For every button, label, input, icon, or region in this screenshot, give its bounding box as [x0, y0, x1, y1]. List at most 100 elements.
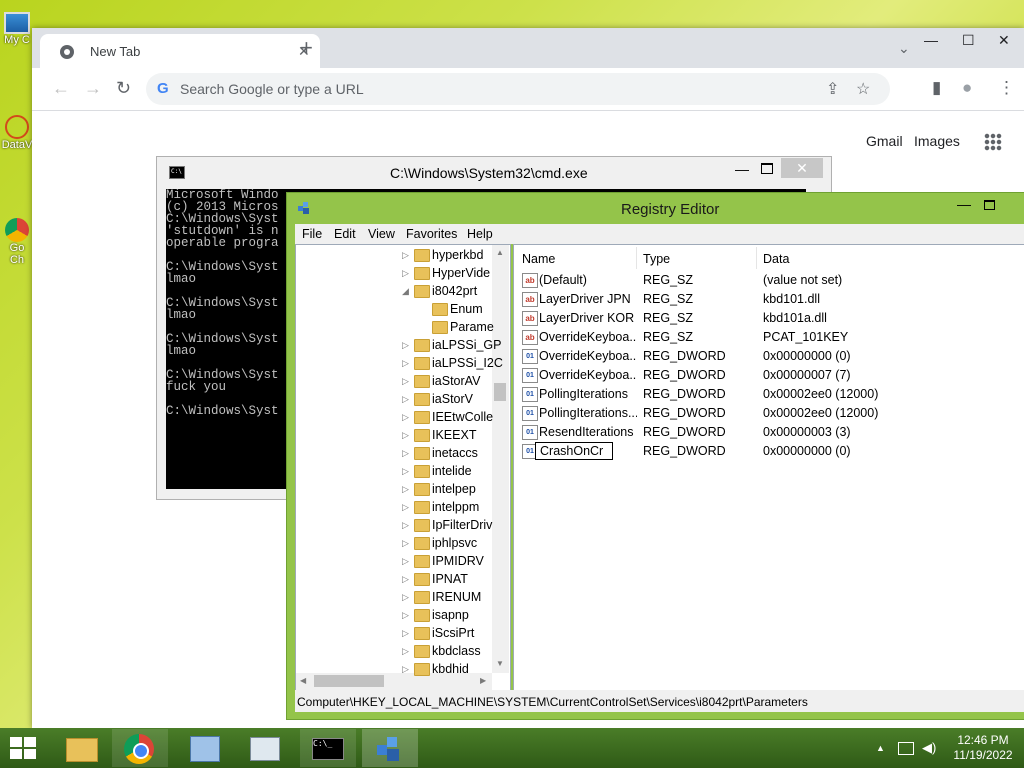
column-separator[interactable]: [636, 247, 637, 269]
registry-values-list[interactable]: Name Type Data ab (Default) REG_SZ (value n…: [513, 244, 1024, 692]
taskbar-command-prompt[interactable]: C:\_: [300, 729, 356, 767]
expand-arrow-icon[interactable]: ▷: [402, 358, 409, 369]
menu-edit[interactable]: Edit: [334, 227, 356, 241]
chrome-menu-icon[interactable]: ⋮: [998, 78, 1015, 98]
tab-search-button[interactable]: ⌄: [898, 40, 910, 57]
expand-arrow-icon[interactable]: ▷: [402, 610, 409, 621]
expand-arrow-icon[interactable]: ▷: [402, 628, 409, 639]
expand-arrow-icon[interactable]: ▷: [402, 394, 409, 405]
expand-arrow-icon[interactable]: ▷: [402, 484, 409, 495]
back-button[interactable]: ←: [52, 79, 70, 97]
value-row[interactable]: ab (Default) REG_SZ (value not set): [514, 271, 1024, 290]
expand-arrow-icon[interactable]: ▷: [402, 538, 409, 549]
share-icon[interactable]: ⇪: [826, 79, 839, 99]
column-header-name[interactable]: Name: [522, 252, 555, 266]
value-row[interactable]: 01 CrashOnCr REG_DWORD 0x00000000 (0): [514, 442, 1024, 461]
expand-arrow-icon[interactable]: ▷: [402, 430, 409, 441]
value-row[interactable]: 01 ResendIterations REG_DWORD 0x00000003 (3…: [514, 423, 1024, 442]
expand-arrow-icon[interactable]: ▷: [402, 646, 409, 657]
expand-arrow-icon[interactable]: ▷: [402, 574, 409, 585]
regedit-minimize-button[interactable]: —: [957, 196, 971, 212]
side-panel-icon[interactable]: ▮: [932, 78, 941, 98]
folder-icon: [66, 738, 98, 762]
reload-button[interactable]: ↻: [116, 79, 131, 97]
rename-value-input[interactable]: CrashOnCr: [535, 442, 613, 460]
scroll-right-icon[interactable]: ▶: [480, 676, 486, 685]
value-name: PollingIterations: [539, 387, 628, 401]
close-button[interactable]: ✕: [998, 32, 1010, 49]
google-apps-icon[interactable]: [984, 133, 1002, 151]
taskbar-performance-monitor[interactable]: [238, 729, 294, 767]
profile-avatar-icon[interactable]: ●: [962, 78, 972, 98]
value-row[interactable]: 01 OverrideKeyboa... REG_DWORD 0x00000000 (…: [514, 347, 1024, 366]
volume-icon[interactable]: ◀): [922, 740, 936, 756]
scroll-left-icon[interactable]: ◀: [300, 676, 306, 685]
collapse-arrow-icon[interactable]: ◢: [402, 286, 409, 297]
menu-file[interactable]: File: [302, 227, 322, 241]
column-header-data[interactable]: Data: [763, 252, 789, 266]
expand-arrow-icon[interactable]: ▷: [402, 268, 409, 279]
expand-arrow-icon[interactable]: ▷: [402, 520, 409, 531]
tab-new-tab[interactable]: New Tab ✕: [40, 34, 320, 68]
tab-title: New Tab: [90, 44, 141, 59]
desktop-icon-my-computer[interactable]: My C: [0, 12, 34, 46]
expand-arrow-icon[interactable]: ▷: [402, 340, 409, 351]
value-row[interactable]: ab OverrideKeyboa... REG_SZ PCAT_101KEY: [514, 328, 1024, 347]
menu-help[interactable]: Help: [467, 227, 493, 241]
value-row[interactable]: 01 PollingIterations REG_DWORD 0x00002ee0 (…: [514, 385, 1024, 404]
start-button[interactable]: [10, 737, 38, 759]
expand-arrow-icon[interactable]: ▷: [402, 502, 409, 513]
omnibox[interactable]: G Search Google or type a URL ⇪ ☆: [146, 73, 890, 105]
expand-arrow-icon[interactable]: ▷: [402, 448, 409, 459]
tree-scroll-thumb[interactable]: [494, 383, 506, 401]
regedit-title-bar[interactable]: Registry Editor —: [287, 193, 1024, 223]
cmd-close-button[interactable]: ✕: [781, 158, 823, 178]
forward-button[interactable]: →: [84, 79, 102, 97]
control-panel-icon: [190, 736, 220, 762]
taskbar-clock[interactable]: 12:46 PM 11/19/2022: [948, 733, 1018, 763]
expand-arrow-icon[interactable]: ▷: [402, 556, 409, 567]
taskbar-control-panel[interactable]: [178, 729, 234, 767]
expand-arrow-icon[interactable]: ▷: [402, 376, 409, 387]
desktop-icon-datav[interactable]: DataV: [0, 115, 34, 151]
expand-arrow-icon[interactable]: ▷: [402, 250, 409, 261]
cmd-title-bar[interactable]: C:\Windows\System32\cmd.exe — ✕: [157, 157, 831, 189]
expand-arrow-icon[interactable]: ▷: [402, 664, 409, 675]
minimize-button[interactable]: —: [924, 32, 938, 48]
binary-value-icon: 01: [522, 368, 538, 383]
value-row[interactable]: 01 OverrideKeyboa... REG_DWORD 0x00000007 (…: [514, 366, 1024, 385]
maximize-button[interactable]: ☐: [962, 32, 975, 49]
new-tab-button[interactable]: +: [300, 37, 313, 59]
expand-arrow-icon[interactable]: ▷: [402, 592, 409, 603]
tab-strip: New Tab ✕ + ⌄ — ☐ ✕: [32, 28, 1024, 68]
value-row[interactable]: ab LayerDriver JPN REG_SZ kbd101.dll: [514, 290, 1024, 309]
cmd-maximize-button[interactable]: [761, 163, 773, 174]
column-separator[interactable]: [756, 247, 757, 269]
menu-view[interactable]: View: [368, 227, 395, 241]
images-link[interactable]: Images: [914, 133, 960, 149]
taskbar-registry-editor[interactable]: [362, 729, 418, 767]
tree-vertical-scrollbar[interactable]: ▲ ▼: [492, 245, 509, 673]
bookmark-star-icon[interactable]: ☆: [856, 79, 870, 99]
menu-favorites[interactable]: Favorites: [406, 227, 457, 241]
registry-key-tree[interactable]: ▲ ▼ ◀ ▶ ▷ hyperkbd ▷ HyperVide ◢ i8042prt Enum…: [295, 244, 511, 692]
value-type: REG_DWORD: [643, 406, 726, 420]
network-icon[interactable]: [898, 742, 914, 755]
expand-arrow-icon[interactable]: ▷: [402, 466, 409, 477]
scroll-down-icon[interactable]: ▼: [496, 659, 504, 668]
taskbar-chrome[interactable]: [112, 729, 168, 767]
value-row[interactable]: 01 PollingIterations... REG_DWORD 0x00002ee…: [514, 404, 1024, 423]
value-row[interactable]: ab LayerDriver KOR REG_SZ kbd101a.dll: [514, 309, 1024, 328]
show-hidden-icons-button[interactable]: ▲: [876, 743, 885, 753]
tree-hscroll-thumb[interactable]: [314, 675, 384, 687]
scroll-up-icon[interactable]: ▲: [496, 248, 504, 257]
expand-arrow-icon[interactable]: ▷: [402, 412, 409, 423]
cmd-minimize-button[interactable]: —: [735, 161, 749, 177]
desktop-icon-google-chrome[interactable]: Go Ch: [0, 218, 34, 266]
regedit-maximize-button[interactable]: [984, 200, 995, 210]
column-header-type[interactable]: Type: [643, 252, 670, 266]
taskbar-file-explorer[interactable]: [54, 729, 110, 767]
value-name: ResendIterations: [539, 425, 634, 439]
folder-icon: [414, 555, 430, 568]
gmail-link[interactable]: Gmail: [866, 133, 903, 149]
